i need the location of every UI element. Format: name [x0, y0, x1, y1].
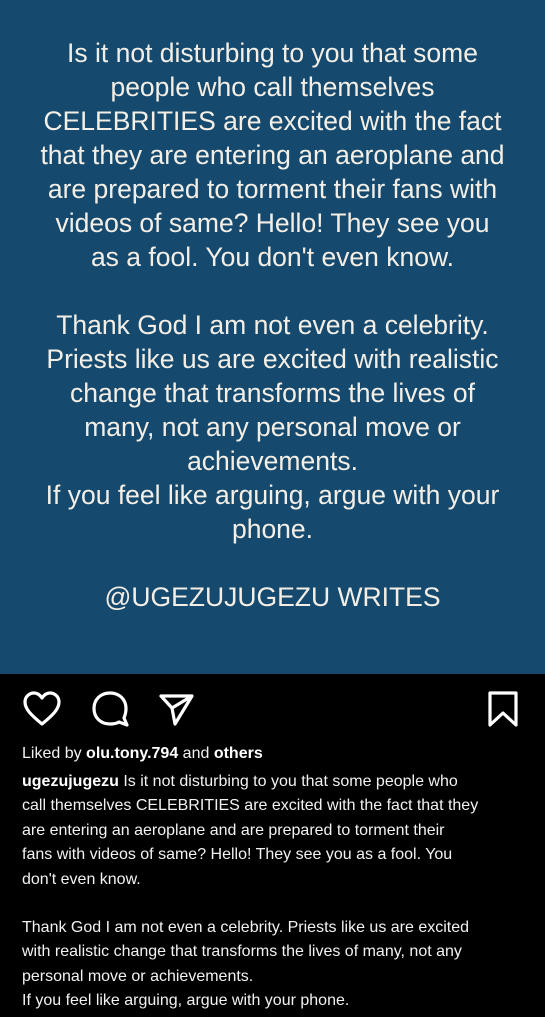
- send-icon[interactable]: [158, 691, 196, 727]
- post-caption: ugezujugezu Is it not disturbing to you …: [22, 770, 528, 1014]
- comment-icon[interactable]: [91, 691, 129, 727]
- likes-middle: and: [178, 745, 214, 762]
- post-action-bar: [0, 674, 545, 744]
- post-image-signature: @UGEZUJUGEZU WRITES: [104, 582, 441, 612]
- caption-text-1: Is it not disturbing to you that some pe…: [22, 773, 479, 888]
- liked-by-user-link[interactable]: olu.tony.794: [86, 745, 178, 762]
- likes-prefix: Liked by: [22, 745, 87, 762]
- bookmark-icon[interactable]: [486, 690, 520, 728]
- likes-others-link[interactable]: others: [214, 745, 263, 762]
- likes-summary[interactable]: Liked by olu.tony.794 and others: [22, 744, 263, 764]
- caption-username[interactable]: ugezujugezu: [22, 773, 119, 790]
- post-image[interactable]: Is it not disturbing to you that some pe…: [0, 0, 545, 674]
- caption-text-2: Thank God I am not even a celebrity. Pri…: [22, 919, 470, 1010]
- caption-paragraph-gap: [22, 892, 528, 916]
- post-image-text-paragraph-1: Is it not disturbing to you that some pe…: [40, 38, 505, 272]
- heart-icon[interactable]: [23, 691, 61, 727]
- caption-paragraph-1: ugezujugezu Is it not disturbing to you …: [22, 770, 528, 892]
- post-image-text-paragraph-2: Thank God I am not even a celebrity. Pri…: [45, 310, 500, 544]
